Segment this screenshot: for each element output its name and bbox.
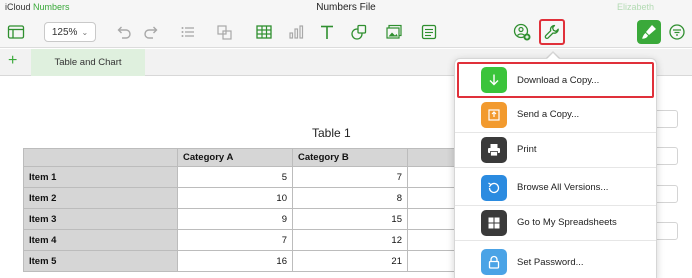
insert-chart-button[interactable] [285,21,307,43]
comment-icon [421,24,437,40]
collaborate-button[interactable] [511,21,533,43]
wrench-icon [544,24,559,39]
row-header-cell[interactable]: Item 1 [23,166,178,188]
table-cell[interactable]: 15 [292,208,408,230]
filter-button[interactable] [666,21,688,43]
insert-text-button[interactable] [316,21,338,43]
menu-item-set-password[interactable]: Set Password... [455,244,656,278]
bullet-list-button[interactable] [177,21,199,43]
row-header-cell[interactable]: Item 4 [23,229,178,251]
header-cell[interactable]: Category B [292,148,408,167]
table-cell[interactable]: 5 [177,166,293,188]
menu-item-print[interactable]: Print [455,132,656,168]
menu-arrow-inner [546,53,560,60]
add-person-icon [513,23,531,41]
table-row: Item 1 5 7 [23,166,458,188]
table-cell[interactable]: 12 [292,229,408,251]
document-title[interactable]: Numbers File [0,2,692,13]
text-icon [321,25,333,39]
header-cell[interactable] [407,148,458,167]
row-header-cell[interactable]: Item 3 [23,208,178,230]
zoom-select[interactable]: 125% ⌄ [44,22,96,42]
menu-item-label: Print [517,144,537,155]
menu-item-browse-versions[interactable]: Browse All Versions... [455,170,656,206]
add-sheet-button[interactable]: + [8,53,17,69]
media-icon [386,24,402,39]
menu-item-go-to-spreadsheets[interactable]: Go to My Spreadsheets [455,205,656,241]
insert-media-button[interactable] [383,21,405,43]
table-cell[interactable]: 21 [292,250,408,272]
insert-shape-button[interactable] [348,21,370,43]
table-row: Item 5 16 21 [23,250,458,272]
header-cell[interactable] [23,148,178,167]
versions-icon [481,174,507,201]
menu-item-label: Set Password... [517,256,584,268]
tools-menu: Download a Copy... Send a Copy... Print … [454,58,657,278]
shape-icon [351,24,367,40]
menu-item-label: Go to My Spreadsheets [517,217,617,228]
table-row: Item 2 10 8 [23,187,458,209]
grid-icon [481,209,507,236]
undo-button[interactable] [112,21,134,43]
table-cell[interactable]: 10 [177,187,293,209]
menu-item-label: Send a Copy... [517,109,580,120]
header-cell[interactable]: Category A [177,148,293,167]
tools-button[interactable] [539,19,565,45]
table-cell[interactable] [407,166,458,188]
toolbar: 125% ⌄ [0,16,692,48]
user-name[interactable]: Elizabeth [617,2,654,12]
download-icon [481,67,507,93]
table-cell[interactable]: 9 [177,208,293,230]
table-cell[interactable] [407,187,458,209]
table-icon [256,25,272,39]
table-cell[interactable] [407,208,458,230]
menu-item-send-copy[interactable]: Send a Copy... [455,97,656,133]
send-icon [481,101,507,128]
view-button[interactable] [5,21,27,43]
lock-icon [481,249,507,275]
organize-icon [217,25,232,40]
table-row: Item 3 9 15 [23,208,458,230]
insert-table-button[interactable] [253,21,275,43]
menu-item-label: Download a Copy... [517,74,600,86]
zoom-value: 125% [51,26,78,38]
sidebar-view-icon [7,25,25,39]
table-cell[interactable]: 16 [177,250,293,272]
sheet-tab-label: Table and Chart [54,57,122,68]
menu-item-label: Browse All Versions... [517,182,609,193]
paintbrush-icon [642,25,656,39]
table-header-row: Category A Category B [23,148,458,167]
table-cell[interactable] [407,229,458,251]
chevron-down-icon: ⌄ [81,27,89,37]
print-icon [481,136,507,163]
undo-icon [117,26,131,39]
redo-icon [144,26,158,39]
redo-button[interactable] [141,21,163,43]
filter-icon [669,24,685,40]
table-row: Item 4 7 12 [23,229,458,251]
insert-comment-button[interactable] [418,21,440,43]
menu-item-download-copy[interactable]: Download a Copy... [457,62,654,98]
table-cell[interactable]: 7 [177,229,293,251]
sheet-tab[interactable]: Table and Chart [31,49,145,76]
data-table[interactable]: Category A Category B Item 1 5 7 Item 2 … [23,148,458,272]
chart-icon [289,25,304,39]
row-header-cell[interactable]: Item 2 [23,187,178,209]
table-title[interactable]: Table 1 [312,126,351,140]
table-cell[interactable] [407,250,458,272]
table-cell[interactable]: 8 [292,187,408,209]
table-cell[interactable]: 7 [292,166,408,188]
row-header-cell[interactable]: Item 5 [23,250,178,272]
title-bar: iCloud Numbers Numbers File Elizabeth [0,0,692,16]
list-icon [181,27,194,37]
format-button[interactable] [637,20,661,44]
organize-button[interactable] [214,21,236,43]
